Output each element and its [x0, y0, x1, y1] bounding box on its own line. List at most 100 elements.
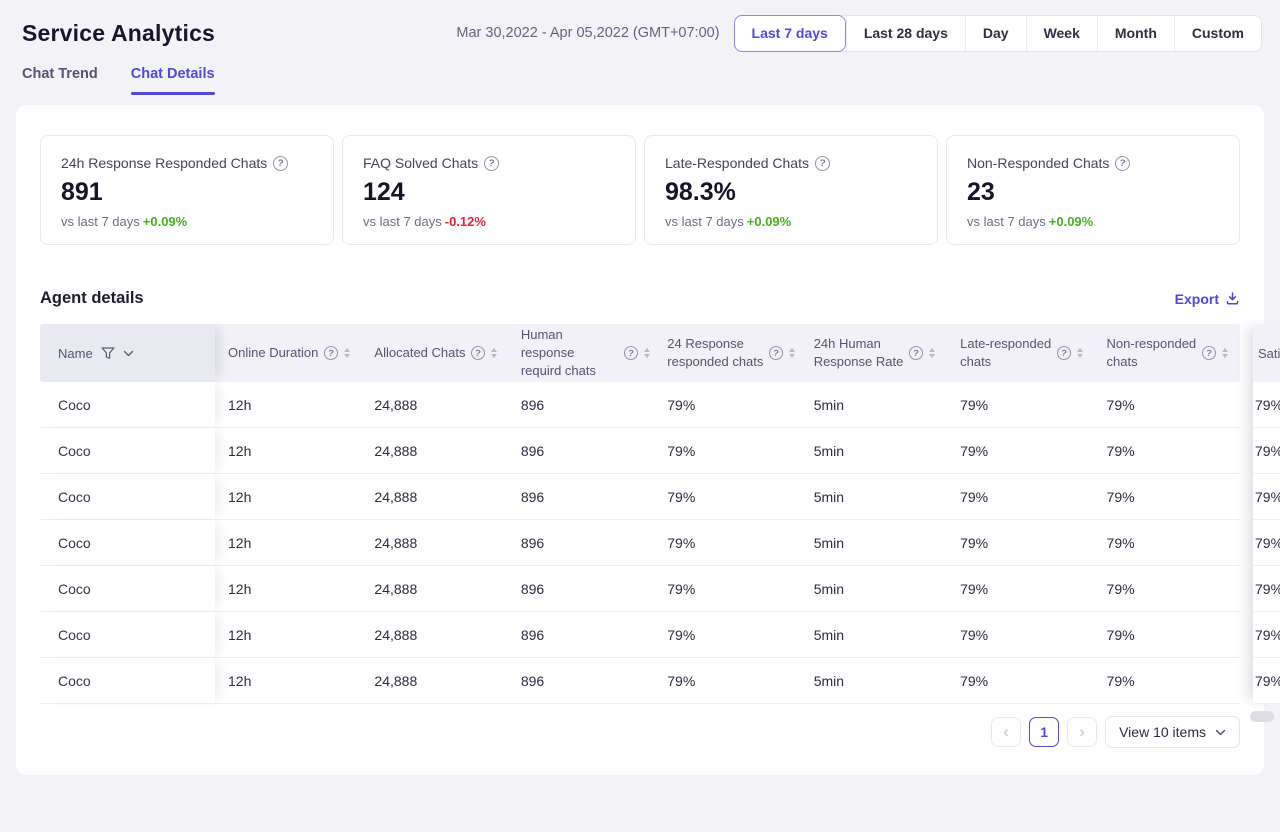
satisfaction-cell: 79% — [1253, 382, 1280, 428]
range-button-day[interactable]: Day — [965, 16, 1026, 51]
table-cell: 5min — [801, 474, 947, 519]
help-icon[interactable]: ? — [272, 155, 289, 172]
prev-page-button[interactable]: ‹ — [991, 717, 1021, 747]
table-header-row: Name Online Duration?Allocated Chats?Hum… — [40, 324, 1240, 382]
help-icon[interactable]: ? — [814, 155, 831, 172]
table-cell: 79% — [654, 566, 800, 611]
range-button-last-7-days[interactable]: Last 7 days — [734, 15, 846, 52]
table-cell: 79% — [654, 428, 800, 473]
table-cell: 24,888 — [361, 474, 507, 519]
table-cell: 79% — [1094, 566, 1240, 611]
column-header-label: Human responserequird chats — [521, 326, 618, 381]
table-cell: 24,888 — [361, 428, 507, 473]
column-header-label: 24h HumanResponse Rate — [814, 335, 904, 371]
sort-icon[interactable] — [644, 348, 650, 358]
help-icon[interactable]: ? — [623, 345, 639, 361]
range-button-month[interactable]: Month — [1097, 16, 1174, 51]
sort-icon[interactable] — [929, 348, 935, 358]
page-header: Service Analytics Mar 30,2022 - Apr 05,2… — [0, 0, 1280, 52]
column-header-label: 24 Responseresponded chats — [667, 335, 763, 371]
table-cell: 12h — [215, 428, 361, 473]
tab-bar: Chat Trend Chat Details — [0, 66, 1280, 95]
sort-icon[interactable] — [491, 348, 497, 358]
help-icon[interactable]: ? — [1201, 345, 1217, 361]
chevron-down-icon[interactable] — [123, 350, 134, 357]
pagination: ‹ 1 › View 10 items — [40, 716, 1240, 748]
table-cell: 5min — [801, 520, 947, 565]
help-icon[interactable]: ? — [768, 345, 784, 361]
range-button-week[interactable]: Week — [1026, 16, 1097, 51]
agent-name-cell: Coco — [40, 474, 215, 519]
horizontal-scrollbar-thumb[interactable] — [1250, 711, 1274, 722]
chevron-down-icon — [1215, 729, 1226, 736]
page-size-select[interactable]: View 10 items — [1105, 716, 1240, 748]
column-header[interactable]: Late-respondedchats? — [947, 324, 1093, 382]
help-icon[interactable]: ? — [483, 155, 500, 172]
column-header[interactable]: Non-respondedchats? — [1094, 324, 1240, 382]
table-cell: 5min — [801, 428, 947, 473]
satisfaction-cell: 79% — [1253, 520, 1280, 566]
download-icon — [1225, 291, 1240, 306]
stat-card-label: 24h Response Responded Chats — [61, 155, 267, 171]
help-icon[interactable]: ? — [1056, 345, 1072, 361]
table-row: Coco12h24,88889679%5min79%79% — [40, 428, 1240, 474]
column-header[interactable]: Human responserequird chats? — [508, 324, 654, 382]
table-cell: 79% — [1094, 474, 1240, 519]
table-row: Coco12h24,88889679%5min79%79% — [40, 382, 1240, 428]
table-cell: 24,888 — [361, 520, 507, 565]
column-header-label: Online Duration — [228, 344, 318, 362]
help-icon[interactable]: ? — [323, 345, 339, 361]
table-cell: 896 — [508, 520, 654, 565]
help-icon[interactable]: ? — [1114, 155, 1131, 172]
table-cell: 79% — [654, 474, 800, 519]
column-header-satisfaction[interactable]: Satis — [1253, 324, 1280, 382]
table-row: Coco12h24,88889679%5min79%79% — [40, 520, 1240, 566]
range-button-last-28-days[interactable]: Last 28 days — [846, 16, 965, 51]
page-number-button[interactable]: 1 — [1029, 717, 1059, 747]
export-label: Export — [1175, 291, 1219, 307]
table-cell: 12h — [215, 612, 361, 657]
help-icon[interactable]: ? — [908, 345, 924, 361]
table-cell: 896 — [508, 382, 654, 427]
table-cell: 896 — [508, 612, 654, 657]
table-cell: 79% — [1094, 658, 1240, 703]
table-body: Coco12h24,88889679%5min79%79%Coco12h24,8… — [40, 382, 1240, 704]
range-button-custom[interactable]: Custom — [1174, 16, 1261, 51]
agent-details-table: Name Online Duration?Allocated Chats?Hum… — [40, 324, 1240, 704]
sort-icon[interactable] — [1222, 348, 1228, 358]
table-cell: 12h — [215, 566, 361, 611]
filter-icon[interactable] — [101, 347, 115, 360]
date-range-label: Mar 30,2022 - Apr 05,2022 (GMT+07:00) — [456, 25, 719, 41]
table-row: Coco12h24,88889679%5min79%79% — [40, 658, 1240, 704]
column-header[interactable]: Online Duration? — [215, 324, 361, 382]
column-header[interactable]: 24 Responseresponded chats? — [654, 324, 800, 382]
column-header[interactable]: 24h HumanResponse Rate? — [801, 324, 947, 382]
tab-chat-details[interactable]: Chat Details — [131, 66, 215, 95]
table-cell: 12h — [215, 520, 361, 565]
column-header[interactable]: Allocated Chats? — [361, 324, 507, 382]
stat-cards-row: 24h Response Responded Chats ? 891 vs la… — [40, 135, 1240, 245]
sort-icon[interactable] — [344, 348, 350, 358]
table-cell: 896 — [508, 428, 654, 473]
next-page-button[interactable]: › — [1067, 717, 1097, 747]
agent-name-cell: Coco — [40, 520, 215, 565]
satisfaction-cell: 79% — [1253, 566, 1280, 612]
table-cell: 79% — [654, 382, 800, 427]
export-button[interactable]: Export — [1175, 291, 1240, 307]
table-cell: 79% — [947, 428, 1093, 473]
stat-compare-label: vs last 7 days — [61, 214, 140, 229]
help-icon[interactable]: ? — [471, 345, 487, 361]
stat-compare-label: vs last 7 days — [665, 214, 744, 229]
table-cell: 79% — [1094, 382, 1240, 427]
sort-icon[interactable] — [1077, 348, 1083, 358]
pinned-satisfaction-column: Satis 79%79%79%79%79%79%79% — [1253, 324, 1280, 704]
table-cell: 79% — [654, 612, 800, 657]
sort-icon[interactable] — [789, 348, 795, 358]
table-cell: 896 — [508, 474, 654, 519]
column-header-name[interactable]: Name — [40, 324, 215, 382]
stat-card-value: 98.3% — [665, 178, 917, 207]
tab-chat-trend[interactable]: Chat Trend — [22, 66, 98, 95]
table-cell: 5min — [801, 566, 947, 611]
table-cell: 79% — [947, 382, 1093, 427]
table-cell: 5min — [801, 658, 947, 703]
